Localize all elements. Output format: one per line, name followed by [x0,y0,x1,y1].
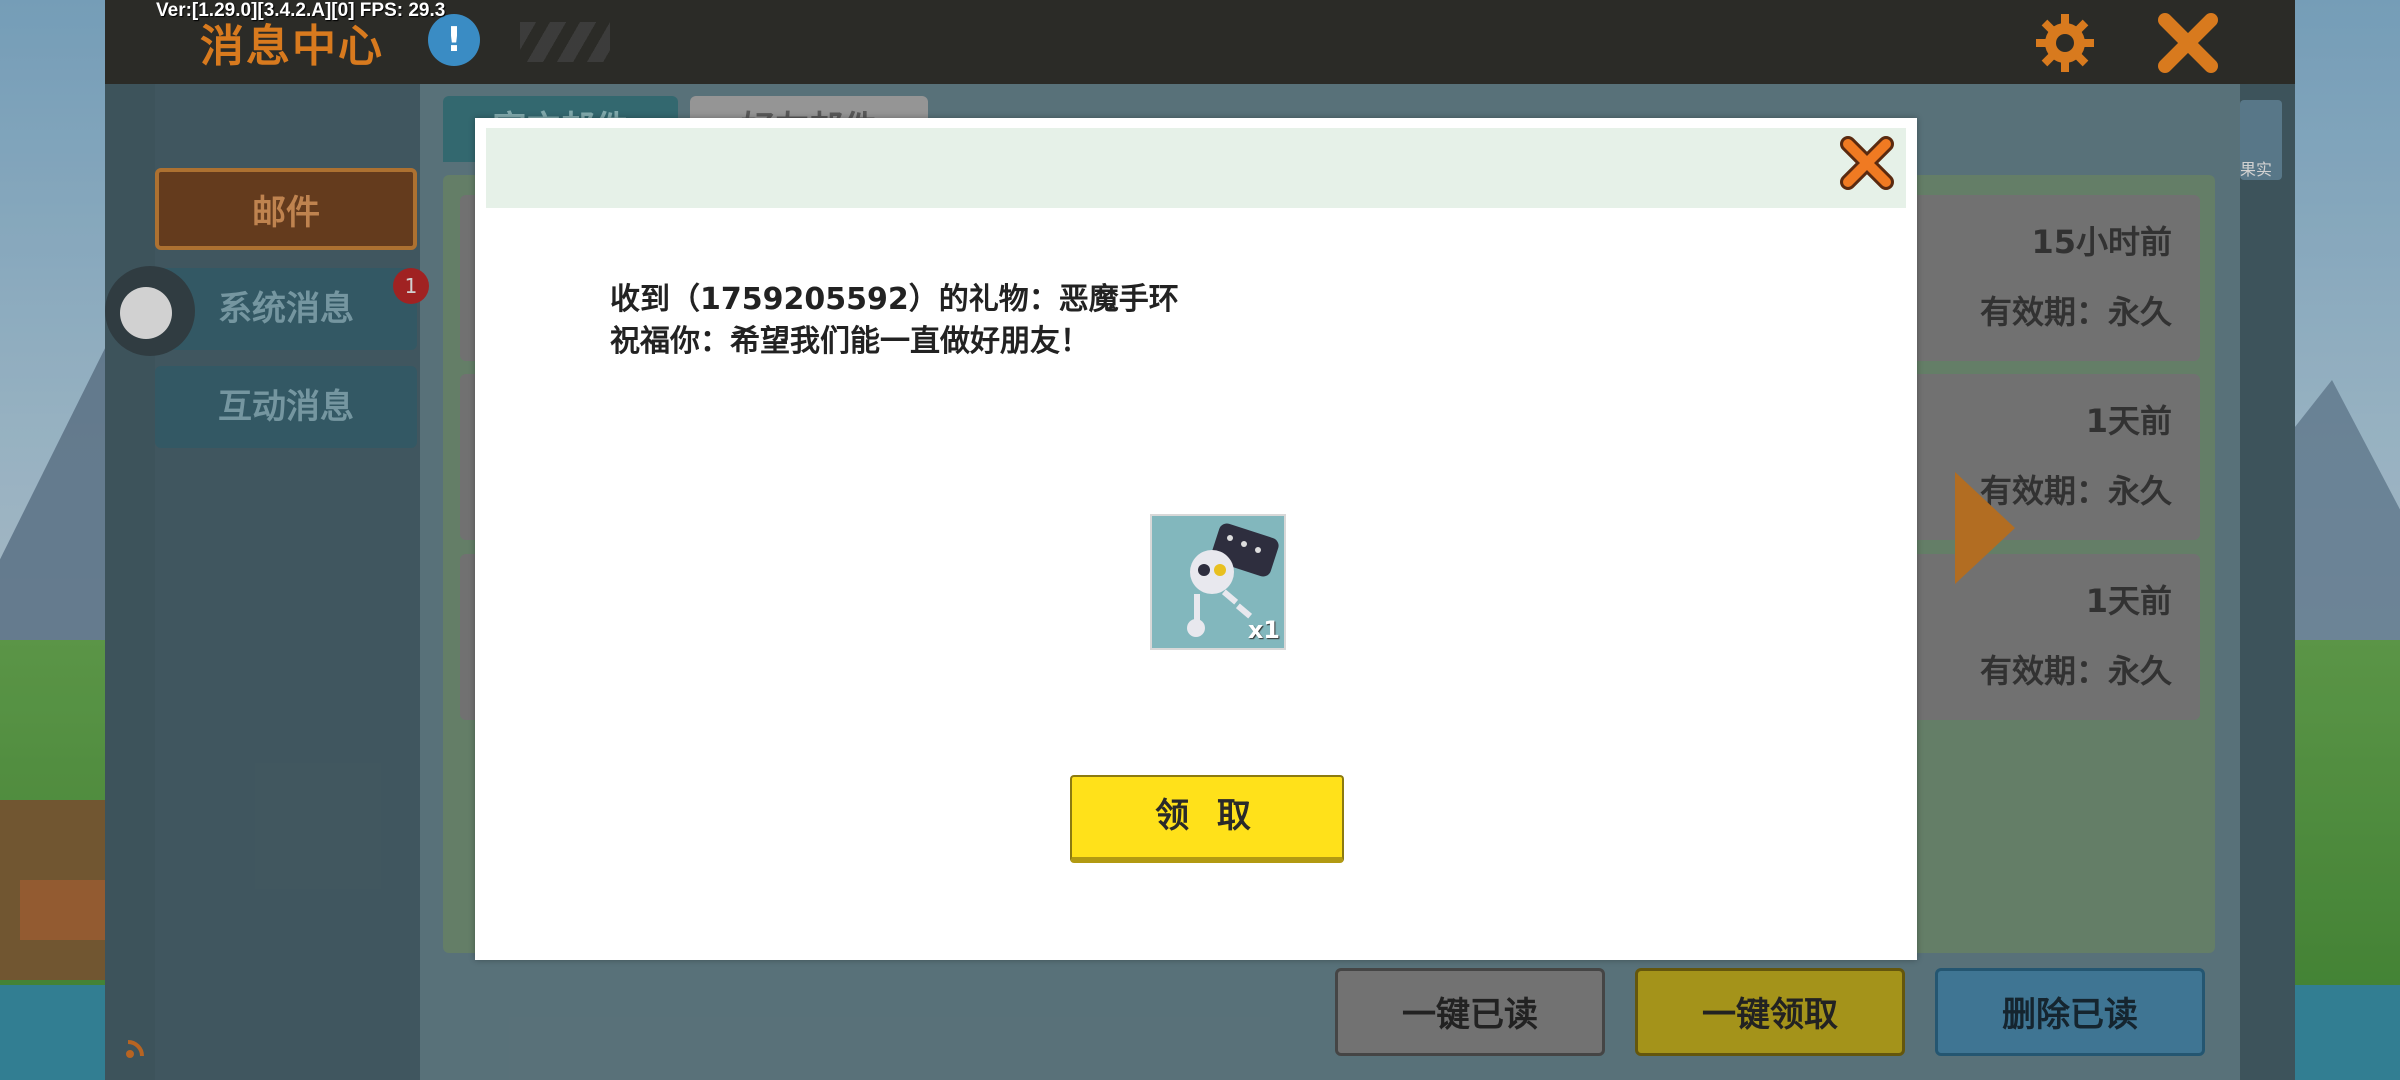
modal-close-icon[interactable] [1838,134,1896,192]
header-decoration [520,22,610,62]
blessing-message: 祝福你：希望我们能一直做好朋友！ [610,324,1090,359]
gear-icon[interactable] [2032,10,2098,76]
close-icon[interactable] [2155,10,2221,76]
version-fps-text: Ver:[1.29.0][3.4.2.A][0] FPS: 29.3 [156,0,446,21]
item-quantity: x1 [1247,616,1280,644]
gift-message: 收到（1759205592）的礼物：恶魔手环 [610,282,1179,317]
claim-button[interactable]: 领 取 [1070,775,1344,863]
demon-bracelet-item-icon[interactable]: x1 [1150,514,1286,650]
modal-header [486,128,1906,208]
